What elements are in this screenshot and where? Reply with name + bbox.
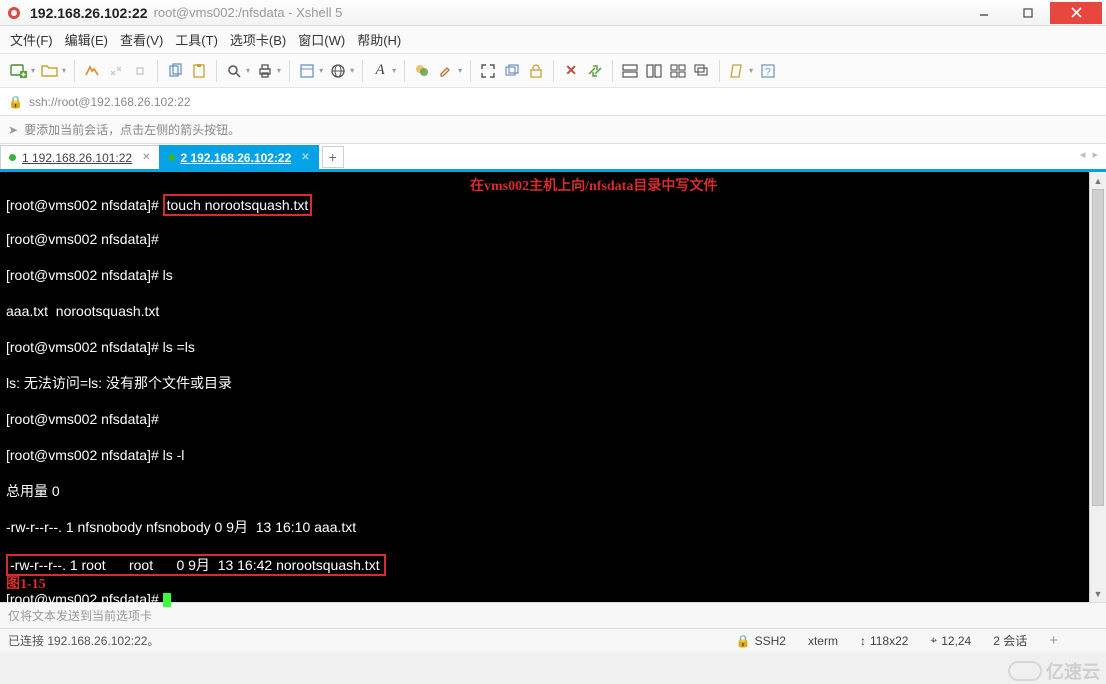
dropdown-arrow-icon[interactable]: ▾: [277, 66, 281, 75]
tip-text: 要添加当前会话，点击左侧的箭头按钮。: [24, 121, 240, 138]
new-session-icon[interactable]: [8, 60, 30, 82]
highlight-output: -rw-r--r--. 1 root root 0 9月 13 16:42 no…: [6, 554, 386, 576]
address-bar[interactable]: 🔒 ssh://root@192.168.26.102:22: [0, 88, 1106, 116]
address-text: ssh://root@192.168.26.102:22: [29, 95, 191, 109]
dropdown-arrow-icon[interactable]: ▾: [350, 66, 354, 75]
disconnect-icon[interactable]: [105, 60, 127, 82]
tab-close-icon[interactable]: ✕: [142, 152, 150, 163]
open-session-icon[interactable]: [39, 60, 61, 82]
lock-icon[interactable]: [525, 60, 547, 82]
menu-bar: 文件(F) 编辑(E) 查看(V) 工具(T) 选项卡(B) 窗口(W) 帮助(…: [0, 26, 1106, 54]
tab-close-icon[interactable]: ✕: [301, 152, 309, 163]
annotation-1: 在vms002主机上向/nfsdata目录中写文件: [470, 178, 717, 196]
scroll-down-icon[interactable]: ▼: [1090, 585, 1106, 602]
print-icon[interactable]: [254, 60, 276, 82]
tip-arrow-icon[interactable]: ➤: [8, 123, 18, 137]
cursor: [163, 593, 171, 607]
scroll-thumb[interactable]: [1092, 189, 1104, 506]
tab-bar: 1 192.168.26.101:22 ✕ 2 192.168.26.102:2…: [0, 144, 1106, 172]
cascade-icon[interactable]: [691, 60, 713, 82]
highlight-command: touch norootsquash.txt: [163, 194, 313, 216]
tab-session-2[interactable]: 2 192.168.26.102:22 ✕: [159, 145, 319, 169]
dropdown-arrow-icon[interactable]: ▾: [31, 66, 35, 75]
menu-tabs[interactable]: 选项卡(B): [230, 30, 286, 49]
find-icon[interactable]: [223, 60, 245, 82]
xstart-icon[interactable]: ✕: [560, 60, 582, 82]
menu-tools[interactable]: 工具(T): [175, 30, 218, 49]
tile-vertical-icon[interactable]: [643, 60, 665, 82]
scroll-up-icon[interactable]: ▲: [1090, 172, 1106, 189]
close-button[interactable]: [1050, 2, 1102, 24]
title-subtitle: root@vms002:/nfsdata - Xshell 5: [154, 5, 343, 20]
figure-label: 图1-15: [6, 576, 46, 594]
properties-icon[interactable]: [296, 60, 318, 82]
tab-session-1[interactable]: 1 192.168.26.101:22 ✕: [0, 145, 160, 169]
dropdown-arrow-icon[interactable]: ▾: [246, 66, 250, 75]
menu-help[interactable]: 帮助(H): [357, 30, 401, 49]
tab-label: 2 192.168.26.102:22: [181, 151, 292, 165]
status-dot-icon: [168, 154, 175, 161]
copy-icon[interactable]: [164, 60, 186, 82]
dropdown-arrow-icon[interactable]: ▾: [392, 66, 396, 75]
tip-bar: ➤ 要添加当前会话，点击左侧的箭头按钮。: [0, 116, 1106, 144]
help-icon[interactable]: ?: [757, 60, 779, 82]
terminal-output[interactable]: [root@vms002 nfsdata]# touch norootsquas…: [0, 172, 1089, 602]
menu-file[interactable]: 文件(F): [10, 30, 53, 49]
menu-view[interactable]: 查看(V): [120, 30, 163, 49]
scrollbar[interactable]: ▲ ▼: [1089, 172, 1106, 602]
color-scheme-icon[interactable]: [411, 60, 433, 82]
tab-label: 1 192.168.26.101:22: [22, 151, 132, 165]
dropdown-arrow-icon[interactable]: ▾: [62, 66, 66, 75]
title-host: 192.168.26.102:22: [30, 5, 148, 21]
app-icon: [6, 5, 22, 21]
fullscreen-icon[interactable]: [477, 60, 499, 82]
svg-text:?: ?: [765, 67, 771, 78]
tile-horizontal-icon[interactable]: [619, 60, 641, 82]
highlight-icon[interactable]: [435, 60, 457, 82]
title-bar: 192.168.26.102:22 root@vms002:/nfsdata -…: [0, 0, 1106, 26]
lock-addr-icon: 🔒: [8, 95, 23, 109]
menu-edit[interactable]: 编辑(E): [65, 30, 108, 49]
status-dot-icon: [9, 154, 16, 161]
maximize-button[interactable]: [1006, 2, 1050, 24]
transparency-icon[interactable]: [501, 60, 523, 82]
xftp-icon[interactable]: [584, 60, 606, 82]
paste-icon[interactable]: [188, 60, 210, 82]
tile-grid-icon[interactable]: [667, 60, 689, 82]
font-icon[interactable]: A: [369, 60, 391, 82]
reconnect-icon[interactable]: [129, 60, 151, 82]
add-tab-button[interactable]: +: [322, 146, 344, 168]
tab-nav-arrows[interactable]: ◂ ▸: [1080, 148, 1100, 161]
script-icon[interactable]: [726, 60, 748, 82]
dropdown-arrow-icon[interactable]: ▾: [458, 66, 462, 75]
dropdown-arrow-icon[interactable]: ▾: [749, 66, 753, 75]
encoding-icon[interactable]: [327, 60, 349, 82]
quick-command-icon[interactable]: [81, 60, 103, 82]
dropdown-arrow-icon[interactable]: ▾: [319, 66, 323, 75]
toolbar: ▾ ▾ ▾ ▾ ▾ ▾ A▾ ▾ ✕ ▾ ?: [0, 54, 1106, 88]
menu-window[interactable]: 窗口(W): [298, 30, 345, 49]
minimize-button[interactable]: [962, 2, 1006, 24]
